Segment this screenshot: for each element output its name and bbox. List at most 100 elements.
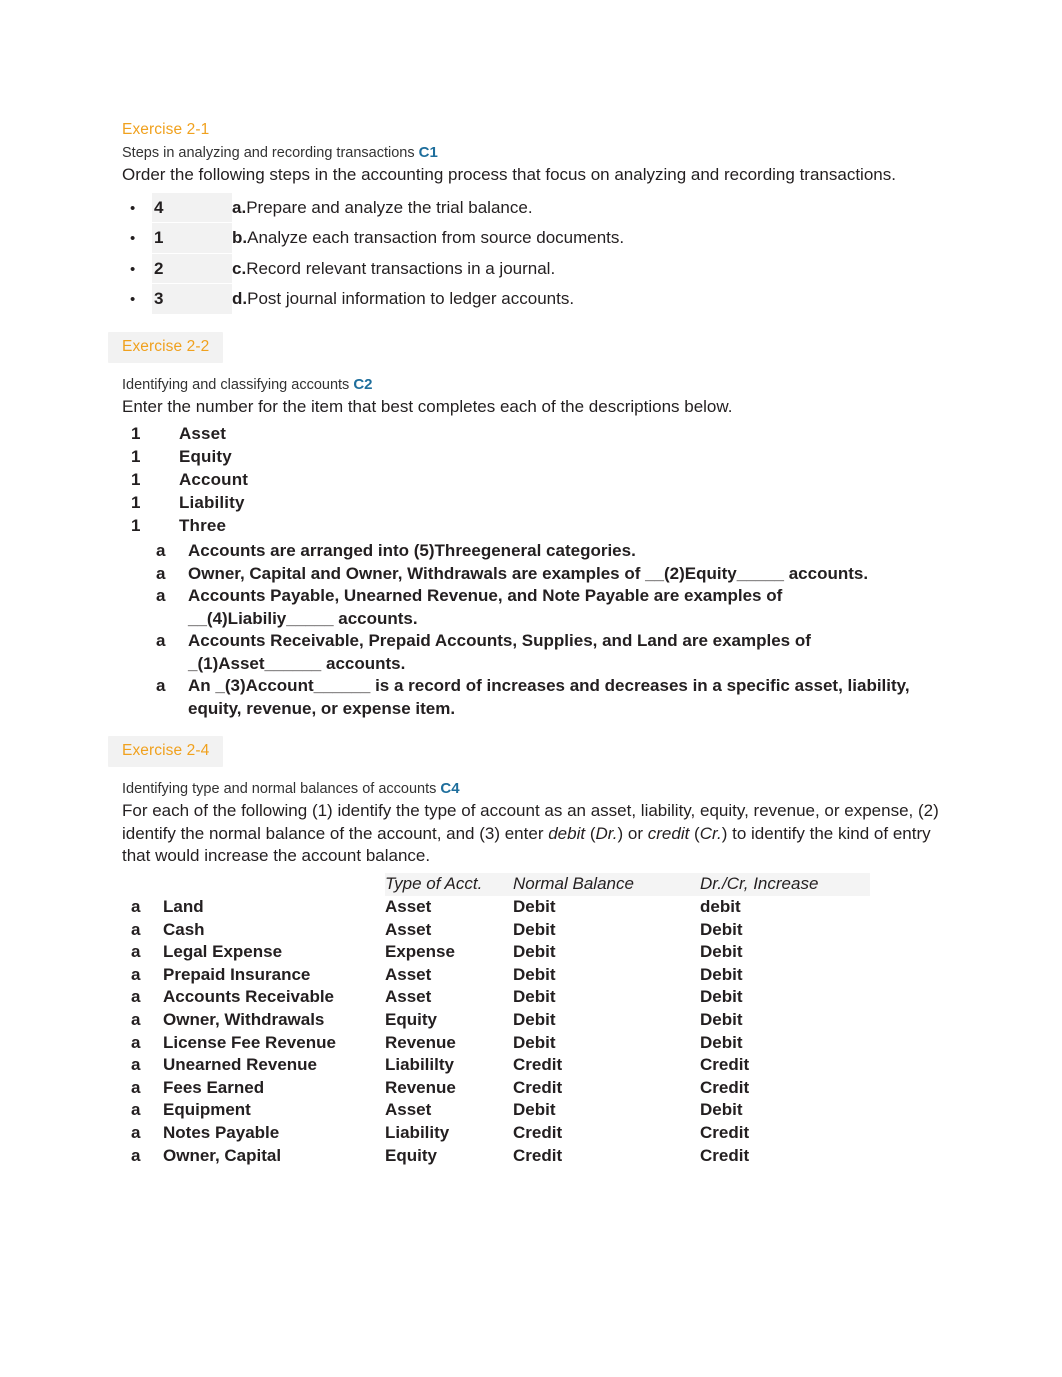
instructions-line-1: For each of the following (1) identify t… <box>122 801 914 820</box>
exercise-2-4-section: Exercise 2-4 Identifying type and normal… <box>108 736 962 1167</box>
list-item: • 1 b. Analyze each transaction from sou… <box>122 223 962 254</box>
list-item: a An _(3)Account______ is a record of in… <box>122 675 962 720</box>
row-type-answer[interactable]: Equity <box>385 1009 513 1032</box>
row-normal-balance-answer[interactable]: Debit <box>513 941 700 964</box>
row-normal-balance-answer[interactable]: Debit <box>513 1009 700 1032</box>
list-item: 1 Liability <box>122 491 962 514</box>
row-normal-balance-answer[interactable]: Credit <box>513 1077 700 1100</box>
row-increase-answer[interactable]: Credit <box>700 1054 870 1077</box>
row-type-answer[interactable]: Liabililty <box>385 1054 513 1077</box>
description-text: Accounts Payable, Unearned Revenue, and … <box>188 585 782 630</box>
table-row: a Prepaid Insurance Asset Debit Debit <box>122 964 870 987</box>
row-increase-answer[interactable]: Debit <box>700 1032 870 1055</box>
row-type-answer[interactable]: Equity <box>385 1145 513 1168</box>
table-body: a Land Asset Debit debit a Cash Asset De… <box>122 896 870 1167</box>
row-account-name: Legal Expense <box>163 942 283 962</box>
row-type-answer[interactable]: Asset <box>385 986 513 1009</box>
term-number: 1 <box>131 470 141 489</box>
table-header: Type of Acct. Normal Balance Dr./Cr, Inc… <box>122 872 870 897</box>
table-row: a Equipment Asset Debit Debit <box>122 1099 870 1122</box>
list-item: • 2 c. Record relevant transactions in a… <box>122 253 962 285</box>
row-increase-answer[interactable]: Debit <box>700 919 870 942</box>
step-answer-input[interactable]: 3 <box>152 284 232 314</box>
description-marker: a <box>156 541 166 560</box>
description-line-1: Owner, Capital and Owner, Withdrawals ar… <box>188 563 869 583</box>
instructions-line-2i: ) to identify the kind of <box>721 823 889 843</box>
row-type-answer[interactable]: Asset <box>385 1099 513 1122</box>
step-text: Post journal information to ledger accou… <box>247 289 575 308</box>
step-text: Record relevant transactions in a journa… <box>246 258 556 278</box>
exercise-2-2-subheading: Identifying and classifying accounts C2 <box>122 374 962 396</box>
step-letter: b. <box>232 228 248 247</box>
exercise-2-2-term-list: 1 Asset 1 Equity 1 Account 1 Liability 1… <box>122 422 962 537</box>
step-answer-input[interactable]: 4 <box>152 192 232 222</box>
exercise-2-1-code-tag: C1 <box>418 144 438 161</box>
list-item: a Accounts Receivable, Prepaid Accounts,… <box>122 630 962 675</box>
step-answer-input[interactable]: 1 <box>152 223 232 253</box>
row-normal-balance-answer[interactable]: Debit <box>513 1032 700 1055</box>
row-normal-balance-answer[interactable]: Credit <box>513 1145 700 1168</box>
row-increase-answer[interactable]: Debit <box>700 986 870 1009</box>
row-account-name: Fees Earned <box>163 1077 265 1097</box>
table-row: a Legal Expense Expense Debit Debit <box>122 941 870 964</box>
row-increase-answer[interactable]: Debit <box>700 1009 870 1032</box>
column-header-marker <box>122 873 163 897</box>
row-marker: a <box>131 1077 141 1097</box>
column-header-type: Type of Acct. <box>385 872 513 897</box>
row-type-answer[interactable]: Asset <box>385 896 513 919</box>
instructions-term-credit: credit <box>647 823 690 843</box>
row-increase-answer[interactable]: Credit <box>700 1122 870 1145</box>
row-type-answer[interactable]: Revenue <box>385 1077 513 1100</box>
row-normal-balance-answer[interactable]: Debit <box>513 986 700 1009</box>
exercise-2-4-heading: Exercise 2-4 <box>108 736 224 767</box>
table-header-row: Type of Acct. Normal Balance Dr./Cr, Inc… <box>122 872 870 897</box>
row-marker: a <box>131 1055 141 1075</box>
row-increase-answer[interactable]: Debit <box>700 941 870 964</box>
exercise-2-4-subheading: Identifying type and normal balances of … <box>122 778 962 800</box>
exercise-2-2-description-list: a Accounts are arranged into (5)Threegen… <box>122 540 962 720</box>
row-type-answer[interactable]: Revenue <box>385 1032 513 1055</box>
row-account-name: Owner, Withdrawals <box>163 1010 325 1030</box>
row-account-name: License Fee Revenue <box>163 1032 336 1052</box>
description-marker: a <box>156 563 166 583</box>
row-normal-balance-answer[interactable]: Debit <box>513 919 700 942</box>
row-increase-answer[interactable]: Credit <box>700 1077 870 1100</box>
column-header-normal-balance: Normal Balance <box>513 872 700 897</box>
row-increase-answer[interactable]: debit <box>700 896 870 919</box>
step-answer-input[interactable]: 2 <box>152 253 232 283</box>
term-label: Asset <box>179 424 227 443</box>
row-account-name: Land <box>163 897 204 917</box>
list-item: • 4 a. Prepare and analyze the trial bal… <box>122 192 962 224</box>
row-type-answer[interactable]: Asset <box>385 964 513 987</box>
row-type-answer[interactable]: Expense <box>385 941 513 964</box>
row-normal-balance-answer[interactable]: Debit <box>513 1099 700 1122</box>
row-type-answer[interactable]: Asset <box>385 919 513 942</box>
row-normal-balance-answer[interactable]: Credit <box>513 1054 700 1077</box>
instructions-line-2e: ) or <box>617 823 648 843</box>
bullet-icon: • <box>130 291 136 308</box>
row-account-name: Notes Payable <box>163 1123 280 1143</box>
row-marker: a <box>131 1145 141 1165</box>
row-marker: a <box>131 919 141 939</box>
instructions-abbr-dr: Dr. <box>595 823 618 843</box>
bullet-icon: • <box>130 260 136 278</box>
row-normal-balance-answer[interactable]: Debit <box>513 964 700 987</box>
row-increase-answer[interactable]: Debit <box>700 964 870 987</box>
exercise-2-1-step-list: • 4 a. Prepare and analyze the trial bal… <box>122 192 962 315</box>
row-increase-answer[interactable]: Credit <box>700 1145 870 1168</box>
row-normal-balance-answer[interactable]: Credit <box>513 1122 700 1145</box>
row-increase-answer[interactable]: Debit <box>700 1099 870 1122</box>
list-item: a Accounts Payable, Unearned Revenue, an… <box>122 585 962 630</box>
description-text: Owner, Capital and Owner, Withdrawals ar… <box>188 563 868 586</box>
row-marker: a <box>131 1100 141 1120</box>
row-account-name: Cash <box>163 919 205 939</box>
term-number: 1 <box>131 493 141 512</box>
table-row: a Fees Earned Revenue Credit Credit <box>122 1077 870 1100</box>
exercise-2-2-instructions: Enter the number for the item that best … <box>122 396 733 416</box>
row-account-name: Owner, Capital <box>163 1145 282 1165</box>
row-normal-balance-answer[interactable]: Debit <box>513 896 700 919</box>
exercise-2-1-heading-wrap: Exercise 2-1 <box>122 120 962 140</box>
row-type-answer[interactable]: Liability <box>385 1122 513 1145</box>
table-row: a Owner, Capital Equity Credit Credit <box>122 1145 870 1168</box>
step-text: Prepare and analyze the trial balance. <box>246 197 533 217</box>
